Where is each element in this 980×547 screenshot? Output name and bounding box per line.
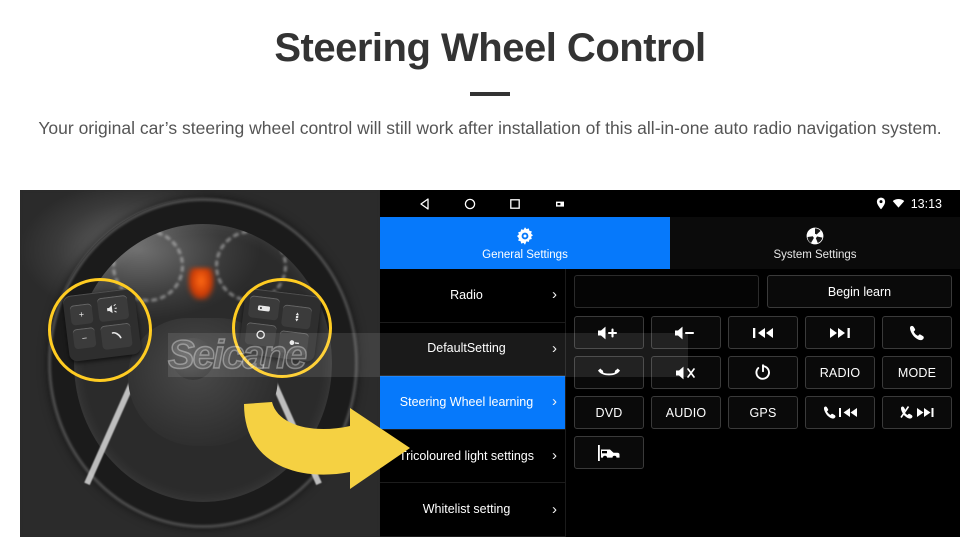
highlight-circle-right: [232, 278, 332, 378]
menu-item-default-setting-label: DefaultSetting: [427, 341, 506, 356]
call-previous-button[interactable]: [805, 396, 875, 429]
home-icon[interactable]: [463, 197, 477, 211]
menu-item-radio-label: Radio: [450, 287, 483, 302]
menu-item-whitelist-setting-label: Whitelist setting: [422, 502, 511, 517]
status-time: 13:13: [910, 196, 942, 211]
steering-wheel-photo: + −: [20, 190, 380, 537]
navigation-bar: [380, 197, 567, 211]
settings-menu: Radio › DefaultSetting › Steering Wheel …: [380, 269, 566, 537]
highlight-circle-left: [48, 278, 152, 382]
swc-function-grid: RADIO MODE DVD AUDIO GPS: [574, 316, 952, 469]
tab-system-settings[interactable]: System Settings: [670, 217, 960, 269]
chevron-right-icon: ›: [552, 286, 557, 304]
system-logo-icon: [805, 225, 825, 247]
grid-spacer: [882, 436, 952, 469]
page-subtitle: Your original car’s steering wheel contr…: [38, 118, 942, 138]
volume-down-button[interactable]: [651, 316, 721, 349]
gps-button[interactable]: GPS: [728, 396, 798, 429]
status-bar: 13:13: [380, 190, 960, 217]
callend-next-button[interactable]: [882, 396, 952, 429]
page-title: Steering Wheel Control: [274, 26, 706, 70]
page-root: Steering Wheel Control Your original car…: [0, 0, 980, 547]
tab-general-settings-label: General Settings: [482, 249, 568, 261]
steering-wheel-learning-panel: Begin learn RADIO MODE DVD AUDIO GPS: [566, 269, 960, 537]
header: Steering Wheel Control Your original car…: [0, 0, 980, 141]
head-unit-screen: 13:13 General Settings System Settings R…: [380, 190, 960, 537]
chevron-right-icon: ›: [552, 393, 557, 411]
settings-tabs: General Settings System Settings: [380, 217, 960, 269]
power-button[interactable]: [728, 356, 798, 389]
chevron-right-icon: ›: [552, 500, 557, 518]
menu-item-steering-wheel-learning[interactable]: Steering Wheel learning ›: [380, 376, 565, 430]
tab-general-settings[interactable]: General Settings: [380, 217, 670, 269]
settings-body: Radio › DefaultSetting › Steering Wheel …: [380, 269, 960, 537]
grid-spacer: [728, 436, 798, 469]
menu-item-default-setting[interactable]: DefaultSetting ›: [380, 323, 565, 377]
learn-status-field[interactable]: [574, 275, 759, 308]
chevron-right-icon: ›: [552, 339, 557, 357]
tab-system-settings-label: System Settings: [773, 249, 857, 261]
media-strip: + − 13:13 General Settings System Settin…: [20, 190, 960, 537]
call-hangup-button[interactable]: [574, 356, 644, 389]
next-track-button[interactable]: [805, 316, 875, 349]
menu-item-tricoloured-light-settings-label: Tricoloured light settings: [398, 448, 535, 463]
grid-spacer: [805, 436, 875, 469]
menu-item-steering-wheel-learning-label: Steering Wheel learning: [399, 394, 534, 409]
recents-icon[interactable]: [508, 197, 522, 211]
menu-item-whitelist-setting[interactable]: Whitelist setting ›: [380, 483, 565, 537]
audio-button[interactable]: AUDIO: [651, 396, 721, 429]
wifi-icon: [892, 198, 905, 209]
call-answer-button[interactable]: [882, 316, 952, 349]
menu-item-radio[interactable]: Radio ›: [380, 269, 565, 323]
chevron-right-icon: ›: [552, 447, 557, 465]
status-bar-right: 13:13: [876, 197, 952, 211]
dvd-button[interactable]: DVD: [574, 396, 644, 429]
begin-learn-button[interactable]: Begin learn: [767, 275, 952, 308]
radio-button[interactable]: RADIO: [805, 356, 875, 389]
title-divider: [470, 92, 510, 96]
grid-spacer: [651, 436, 721, 469]
back-icon[interactable]: [418, 197, 432, 211]
panel-top-row: Begin learn: [574, 275, 952, 308]
car-info-button[interactable]: [574, 436, 644, 469]
volume-up-button[interactable]: [574, 316, 644, 349]
steering-wheel-hub-center: [172, 338, 214, 380]
mode-button[interactable]: MODE: [882, 356, 952, 389]
menu-item-tricoloured-light-settings[interactable]: Tricoloured light settings ›: [380, 430, 565, 484]
screenshot-icon[interactable]: [553, 197, 567, 211]
mute-button[interactable]: [651, 356, 721, 389]
gear-icon: [515, 225, 535, 247]
location-pin-icon: [876, 197, 886, 210]
previous-track-button[interactable]: [728, 316, 798, 349]
